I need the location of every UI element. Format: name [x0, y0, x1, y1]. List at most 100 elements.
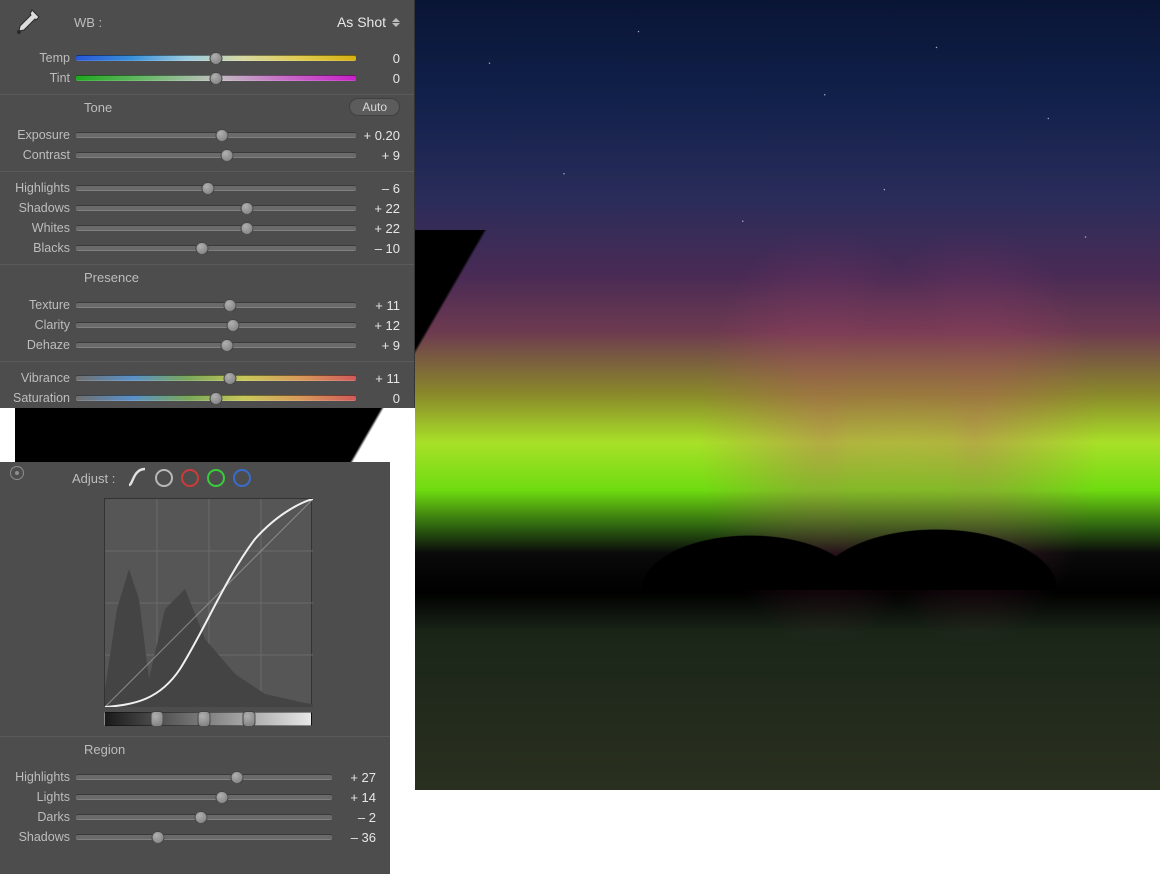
tone-sliders-b: Highlights– 6 Shadows+ 22 Whites+ 22 Bla…	[0, 174, 414, 262]
whites-slider[interactable]	[76, 225, 356, 231]
vibrance-label: Vibrance	[0, 371, 76, 385]
contrast-value[interactable]: + 9	[356, 148, 400, 163]
whites-label: Whites	[0, 221, 76, 235]
slider-knob[interactable]	[201, 182, 214, 195]
tint-row: Tint 0	[0, 68, 414, 88]
temp-label: Temp	[0, 51, 76, 65]
slider-knob[interactable]	[195, 811, 208, 824]
channel-rgb[interactable]	[155, 469, 173, 487]
texture-value[interactable]: + 11	[356, 298, 400, 313]
channel-green[interactable]	[207, 469, 225, 487]
slider-knob[interactable]	[231, 771, 244, 784]
vibrance-value[interactable]: + 11	[356, 371, 400, 386]
r-highlights-label: Highlights	[0, 770, 76, 784]
slider-knob[interactable]	[226, 319, 239, 332]
highlights-slider[interactable]	[76, 185, 356, 191]
slider-knob[interactable]	[210, 392, 223, 405]
wb-sliders: Temp 0 Tint 0	[0, 44, 414, 92]
dehaze-slider[interactable]	[76, 342, 356, 348]
updown-icon	[392, 15, 400, 29]
contrast-slider[interactable]	[76, 152, 356, 158]
exposure-value[interactable]: + 0.20	[356, 128, 400, 143]
dehaze-label: Dehaze	[0, 338, 76, 352]
region-split-track[interactable]	[104, 712, 312, 726]
saturation-label: Saturation	[0, 391, 76, 405]
tone-title: Tone	[84, 100, 112, 115]
adjust-label: Adjust :	[72, 471, 115, 486]
exposure-slider[interactable]	[76, 132, 356, 138]
tone-curve-panel: Adjust : Region Highligh	[0, 462, 390, 874]
wb-label: WB :	[74, 15, 102, 30]
tone-curve-graph[interactable]	[104, 498, 312, 706]
region-sliders: Highlights+ 27 Lights+ 14 Darks– 2 Shado…	[0, 763, 390, 851]
r-shadows-value[interactable]: – 36	[332, 830, 376, 845]
temp-value[interactable]: 0	[356, 51, 400, 66]
r-lights-label: Lights	[0, 790, 76, 804]
texture-label: Texture	[0, 298, 76, 312]
tint-value[interactable]: 0	[356, 71, 400, 86]
divider	[0, 171, 414, 172]
region-pin[interactable]	[150, 711, 163, 727]
tint-slider[interactable]	[76, 75, 356, 81]
channel-red[interactable]	[181, 469, 199, 487]
exposure-label: Exposure	[0, 128, 76, 142]
tint-label: Tint	[0, 71, 76, 85]
parametric-curve-icon[interactable]	[127, 467, 147, 490]
blacks-value[interactable]: – 10	[356, 241, 400, 256]
whites-value[interactable]: + 22	[356, 221, 400, 236]
contrast-label: Contrast	[0, 148, 76, 162]
shadows-slider[interactable]	[76, 205, 356, 211]
target-adjust-icon[interactable]	[10, 466, 24, 480]
r-lights-slider[interactable]	[76, 794, 332, 800]
preview-image	[415, 0, 1160, 790]
dehaze-value[interactable]: + 9	[356, 338, 400, 353]
slider-knob[interactable]	[151, 831, 164, 844]
slider-knob[interactable]	[196, 242, 209, 255]
r-darks-value[interactable]: – 2	[332, 810, 376, 825]
basic-panel: WB : As Shot Temp 0 Tint 0 Tone Auto Exp…	[0, 0, 415, 408]
slider-knob[interactable]	[221, 149, 234, 162]
wb-mode-dropdown[interactable]: As Shot	[337, 14, 400, 30]
highlights-value[interactable]: – 6	[356, 181, 400, 196]
r-highlights-slider[interactable]	[76, 774, 332, 780]
blacks-slider[interactable]	[76, 245, 356, 251]
saturation-value[interactable]: 0	[356, 391, 400, 406]
divider	[0, 94, 414, 95]
slider-knob[interactable]	[210, 52, 223, 65]
divider	[0, 264, 414, 265]
r-darks-label: Darks	[0, 810, 76, 824]
divider	[0, 361, 414, 362]
slider-knob[interactable]	[215, 791, 228, 804]
eyedropper-icon[interactable]	[6, 4, 48, 40]
r-shadows-slider[interactable]	[76, 834, 332, 840]
region-header: Region	[0, 739, 390, 763]
channel-blue[interactable]	[233, 469, 251, 487]
texture-slider[interactable]	[76, 302, 356, 308]
clarity-value[interactable]: + 12	[356, 318, 400, 333]
temp-row: Temp 0	[0, 48, 414, 68]
temp-slider[interactable]	[76, 55, 356, 61]
white-balance-row: WB : As Shot	[0, 0, 414, 44]
tone-header: Tone Auto	[0, 97, 414, 121]
slider-knob[interactable]	[240, 222, 253, 235]
presence-sliders-a: Texture+ 11 Clarity+ 12 Dehaze+ 9	[0, 291, 414, 359]
clarity-slider[interactable]	[76, 322, 356, 328]
slider-knob[interactable]	[240, 202, 253, 215]
highlights-label: Highlights	[0, 181, 76, 195]
r-darks-slider[interactable]	[76, 814, 332, 820]
vibrance-slider[interactable]	[76, 375, 356, 381]
shadows-value[interactable]: + 22	[356, 201, 400, 216]
auto-button[interactable]: Auto	[349, 98, 400, 116]
slider-knob[interactable]	[215, 129, 228, 142]
slider-knob[interactable]	[221, 339, 234, 352]
adjust-row: Adjust :	[0, 462, 390, 492]
slider-knob[interactable]	[224, 299, 237, 312]
region-pin[interactable]	[197, 711, 210, 727]
slider-knob[interactable]	[210, 72, 223, 85]
slider-knob[interactable]	[224, 372, 237, 385]
r-highlights-value[interactable]: + 27	[332, 770, 376, 785]
wb-mode-value: As Shot	[337, 14, 386, 30]
r-lights-value[interactable]: + 14	[332, 790, 376, 805]
saturation-slider[interactable]	[76, 395, 356, 401]
region-pin[interactable]	[243, 711, 256, 727]
